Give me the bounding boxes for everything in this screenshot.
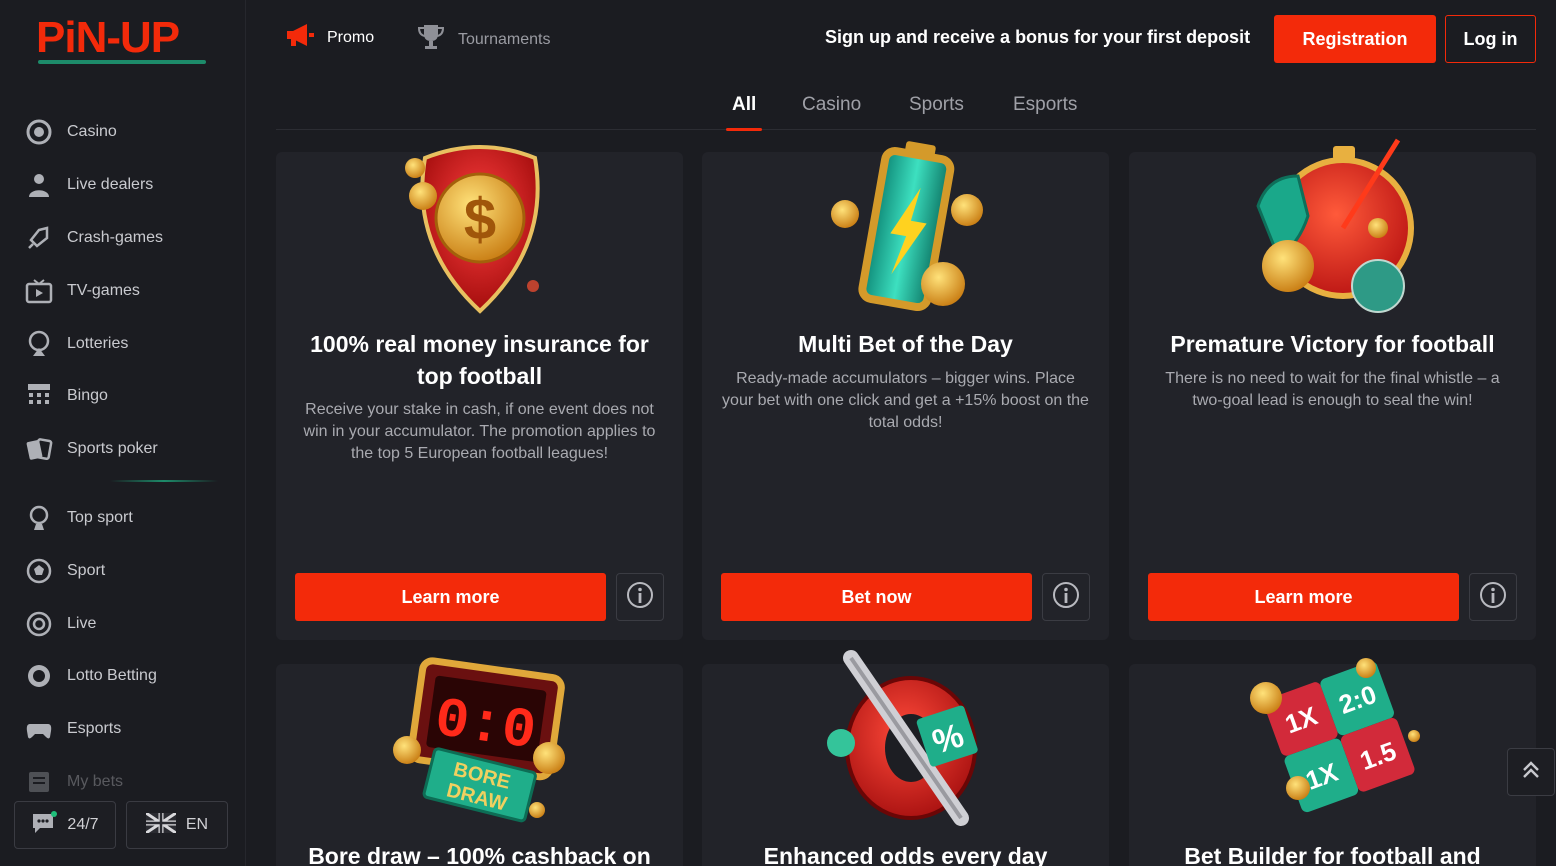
tab-casino[interactable]: Casino	[802, 94, 861, 116]
sidebar-item-bingo[interactable]: Bingo	[0, 370, 246, 423]
trophy-ball-icon	[24, 503, 54, 533]
learn-more-button[interactable]: Learn more	[295, 573, 606, 621]
casino-chip-icon	[24, 117, 54, 147]
login-button[interactable]: Log in	[1445, 15, 1536, 63]
header-tournaments-link[interactable]: Tournaments	[416, 22, 551, 57]
chevron-double-up-icon	[1519, 758, 1543, 787]
support-button[interactable]: 24/7	[14, 801, 116, 849]
active-tab-indicator	[726, 128, 762, 131]
live-target-icon	[24, 609, 54, 639]
scoreboard-bore-draw-icon: 0:0 BORE DRAW	[385, 648, 575, 838]
promo-filter-tabs: All Casino Sports Esports	[276, 84, 1536, 130]
promo-card-title: 100% real money insurance for top footba…	[310, 331, 649, 389]
learn-more-button[interactable]: Learn more	[1148, 573, 1459, 621]
support-label: 24/7	[67, 816, 99, 833]
sidebar-bottom-controls: 24/7 EN	[14, 801, 228, 849]
info-icon	[1052, 581, 1080, 614]
promo-label: Promo	[327, 28, 375, 46]
sidebar-item-top-sport[interactable]: Top sport	[0, 492, 246, 545]
promo-card: $ 100% real money insurance for top foot…	[276, 145, 683, 640]
promo-card: 1X 2:0 1X 1.5 Bet Builder for football a…	[1129, 658, 1536, 866]
promo-card: Multi Bet of the Day Ready-made accumula…	[702, 141, 1109, 640]
promo-card-title: Bore draw – 100% cashback on	[308, 843, 651, 866]
sidebar-item-label: Casino	[67, 123, 117, 141]
promo-card-title: Premature Victory for football	[1170, 331, 1495, 357]
bet-now-button[interactable]: Bet now	[721, 573, 1032, 621]
info-icon	[626, 581, 654, 614]
gamepad-icon	[24, 714, 54, 744]
promo-card: Premature Victory for football There is …	[1129, 138, 1536, 640]
sidebar-item-label: Live dealers	[67, 176, 154, 194]
language-label: EN	[185, 816, 209, 833]
stopwatch-foam-finger-icon	[1238, 136, 1428, 326]
sidebar-item-tv-games[interactable]: TV-games	[0, 264, 246, 317]
info-button[interactable]	[616, 573, 664, 621]
sidebar-item-esports[interactable]: Esports	[0, 703, 246, 756]
live-dealer-icon	[24, 170, 54, 200]
sidebar-item-live-dealers[interactable]: Live dealers	[0, 159, 246, 212]
rocket-icon	[24, 223, 54, 253]
signup-bonus-text: Sign up and receive a bonus for your fir…	[825, 27, 1251, 47]
sidebar-item-lotto-betting[interactable]: Lotto Betting	[0, 650, 246, 703]
tab-esports[interactable]: Esports	[1013, 94, 1077, 116]
tv-icon	[24, 276, 54, 306]
sidebar-item-label: Esports	[67, 720, 122, 738]
tab-sports[interactable]: Sports	[909, 94, 964, 116]
chat-icon	[31, 810, 58, 840]
promo-card-title: Multi Bet of the Day	[798, 331, 1013, 357]
bingo-icon	[24, 381, 54, 411]
trophy-icon	[416, 22, 446, 57]
promo-card: 0:0 BORE DRAW Bore draw – 100% cashback …	[276, 657, 683, 866]
header-promo-link[interactable]: Promo	[283, 22, 374, 53]
promo-card-title: Enhanced odds every day	[763, 843, 1048, 866]
svg-text:$: $	[463, 187, 495, 252]
promo-card-description: Receive your stake in cash, if one event…	[303, 401, 656, 462]
cards-icon	[24, 434, 54, 464]
promo-card-description: There is no need to wait for the final w…	[1165, 370, 1500, 409]
promo-card: % Enhanced odds every day	[702, 650, 1109, 866]
battery-lightning-icon	[811, 136, 1001, 326]
sidebar-item-label: Lotteries	[67, 334, 129, 352]
puzzle-cube-icon: 1X 2:0 1X 1.5	[1238, 648, 1428, 838]
logo-text: PiN-UP	[36, 13, 179, 62]
sidebar-item-label: Sport	[67, 561, 106, 579]
tab-all[interactable]: All	[732, 94, 756, 116]
percent-bat-icon: %	[811, 648, 1001, 838]
sidebar-item-casino[interactable]: Casino	[0, 106, 246, 159]
receipt-icon	[24, 767, 54, 797]
sidebar-item-label: Top sport	[67, 508, 133, 526]
sidebar-item-label: Bingo	[67, 387, 108, 405]
info-icon	[1479, 581, 1507, 614]
lottery-icon	[24, 329, 54, 359]
sidebar-item-lotteries[interactable]: Lotteries	[0, 317, 246, 370]
pin-up-logo[interactable]: PiN-UP	[34, 12, 208, 66]
sidebar-item-label: Crash-games	[67, 228, 164, 246]
sidebar-item-crash-games[interactable]: Crash-games	[0, 212, 246, 265]
sidebar-item-label: TV-games	[67, 281, 140, 299]
lotto-ball-icon	[24, 661, 54, 691]
language-selector[interactable]: EN	[126, 801, 228, 849]
tournaments-label: Tournaments	[458, 30, 551, 48]
info-button[interactable]	[1042, 573, 1090, 621]
shield-dollar-coin-icon: $	[385, 136, 575, 326]
sidebar-item-label: Lotto Betting	[67, 667, 157, 685]
nav-divider	[110, 479, 218, 482]
promo-card-title: Bet Builder for football and	[1184, 843, 1481, 866]
scroll-to-top-button[interactable]	[1507, 748, 1555, 796]
megaphone-icon	[283, 22, 315, 53]
sidebar-nav: Casino Live dealers Crash-games TV-games…	[0, 106, 246, 808]
sidebar-item-label: Sports poker	[67, 440, 158, 458]
sidebar-item-live[interactable]: Live	[0, 597, 246, 650]
registration-button[interactable]: Registration	[1274, 15, 1436, 63]
promo-card-description: Ready-made accumulators – bigger wins. P…	[722, 370, 1089, 431]
info-button[interactable]	[1469, 573, 1517, 621]
uk-flag-icon	[145, 811, 177, 838]
sidebar-item-sports-poker[interactable]: Sports poker	[0, 423, 246, 476]
sidebar-item-sport[interactable]: Sport	[0, 544, 246, 597]
soccer-ball-icon	[24, 556, 54, 586]
sidebar-item-label: Live	[67, 614, 97, 632]
sidebar-item-label: My bets	[67, 772, 124, 790]
sidebar: PiN-UP Casino Live dealers Crash-games T…	[0, 0, 246, 866]
